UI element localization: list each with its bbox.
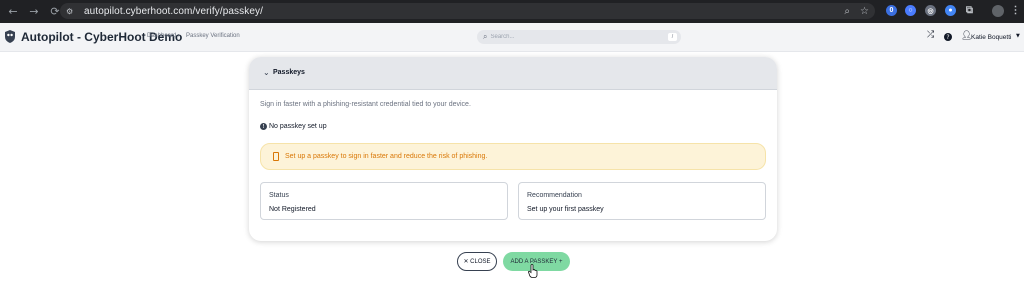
breadcrumb-passkey-verification: Passkey Verification bbox=[186, 33, 240, 39]
forward-arrow-icon[interactable]: → bbox=[26, 4, 42, 20]
phone-icon bbox=[273, 152, 279, 161]
site-settings-icon[interactable]: ⚙ bbox=[66, 7, 78, 16]
passkeys-card: ⌄ Passkeys Sign in faster with a phishin… bbox=[249, 57, 777, 241]
extension-grey-icon[interactable]: ◎ bbox=[925, 5, 936, 16]
card-description: Sign in faster with a phishing-resistant… bbox=[260, 101, 471, 108]
address-bar-url[interactable]: autopilot.cyberhoot.com/verify/passkey/ bbox=[84, 6, 263, 17]
recommendation-value: Set up your first passkey bbox=[527, 206, 604, 213]
bookmark-star-icon[interactable]: ☆ bbox=[860, 6, 869, 17]
hand-cursor-icon bbox=[528, 264, 538, 278]
extensions-puzzle-icon[interactable]: ⧉ bbox=[964, 5, 975, 16]
search-bar[interactable]: ⌕ / bbox=[477, 30, 681, 44]
search-icon: ⌕ bbox=[483, 32, 488, 41]
address-bar[interactable]: ⚙ autopilot.cyberhoot.com/verify/passkey… bbox=[60, 3, 875, 19]
zoom-icon[interactable]: ⌕ bbox=[844, 6, 850, 17]
chevron-down-icon[interactable]: ⌄ bbox=[263, 68, 270, 77]
cyberhoot-logo-icon bbox=[5, 30, 15, 43]
back-arrow-icon[interactable]: ← bbox=[5, 4, 21, 20]
search-input[interactable] bbox=[490, 34, 641, 40]
search-shortcut-key: / bbox=[668, 33, 677, 41]
passkeys-card-header[interactable]: ⌄ Passkeys bbox=[249, 57, 777, 90]
setup-alert: Set up a passkey to sign in faster and r… bbox=[260, 143, 766, 170]
recommendation-label: Recommendation bbox=[527, 192, 582, 199]
passkey-status-text: No passkey set up bbox=[269, 123, 327, 130]
passkey-status-line: ! No passkey set up bbox=[260, 123, 327, 130]
info-icon: ! bbox=[260, 123, 267, 130]
app-header: Autopilot - CyberHoot Demo Dashboard › P… bbox=[0, 23, 1024, 52]
user-name[interactable]: Katie Boquetti bbox=[971, 34, 1011, 41]
user-menu-caret-icon[interactable]: ▼ bbox=[1016, 33, 1020, 39]
extension-1password-icon[interactable]: 0 bbox=[886, 5, 897, 16]
breadcrumb-dashboard[interactable]: Dashboard bbox=[147, 33, 176, 39]
status-label: Status bbox=[269, 192, 289, 199]
status-box: Status Not Registered bbox=[260, 182, 508, 220]
setup-alert-text: Set up a passkey to sign in faster and r… bbox=[285, 153, 488, 160]
close-button[interactable]: ✕ CLOSE bbox=[457, 252, 497, 271]
breadcrumb-separator: › bbox=[178, 33, 180, 39]
recommendation-box: Recommendation Set up your first passkey bbox=[518, 182, 766, 220]
extension-blue-icon[interactable]: ○ bbox=[905, 5, 916, 16]
card-title: Passkeys bbox=[273, 69, 305, 76]
extension-colorful-icon[interactable]: ● bbox=[945, 5, 956, 16]
browser-toolbar: ← → ⟳ ⚙ autopilot.cyberhoot.com/verify/p… bbox=[0, 0, 1024, 23]
browser-menu-icon[interactable]: ⋮ bbox=[1010, 5, 1021, 16]
profile-avatar-icon[interactable] bbox=[992, 5, 1004, 17]
status-value: Not Registered bbox=[269, 206, 316, 213]
help-icon[interactable]: ? bbox=[944, 33, 952, 41]
shuffle-icon[interactable]: ⤮ bbox=[927, 30, 934, 40]
